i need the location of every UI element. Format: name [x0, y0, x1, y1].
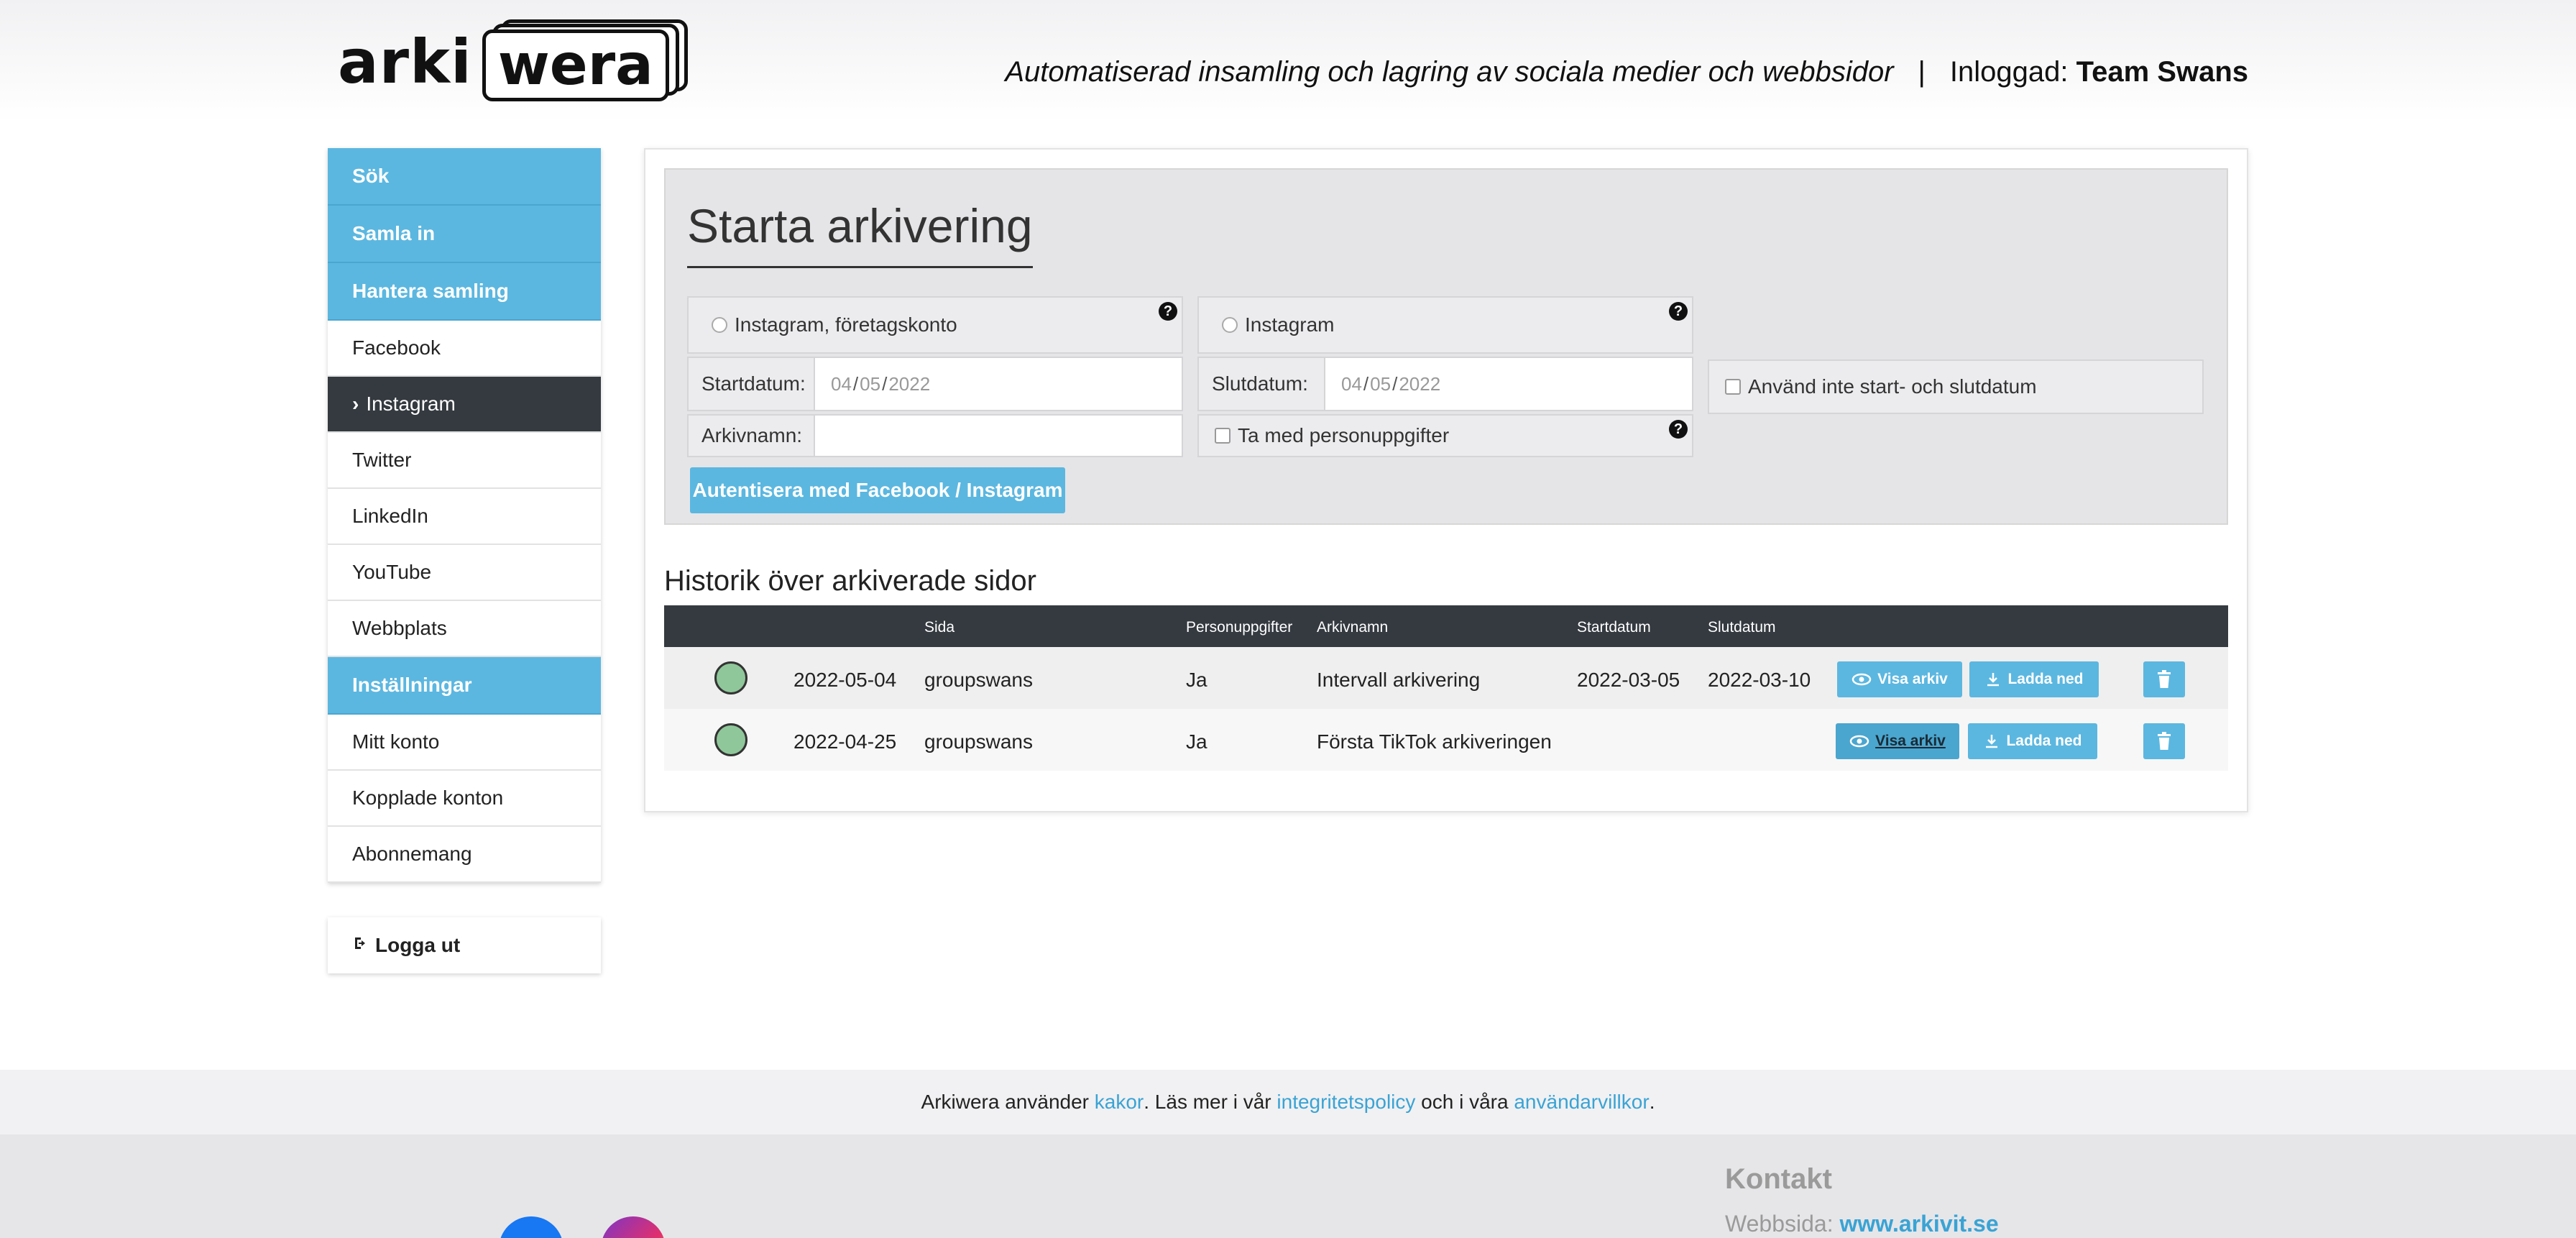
personal-data-group[interactable]: Ta med personuppgifter ? [1197, 414, 1693, 457]
eye-icon [1852, 673, 1872, 686]
sidebar-item-twitter[interactable]: Twitter [328, 433, 601, 489]
start-date-group: Startdatum: 04/05/2022 [687, 357, 1183, 411]
sidebar-item-hantera-samling[interactable]: Hantera samling [328, 263, 601, 321]
main-panel: Starta arkivering Instagram, företagskon… [644, 148, 2248, 812]
logged-in-user: Team Swans [2076, 56, 2248, 88]
sidebar-item-youtube[interactable]: YouTube [328, 545, 601, 601]
personal-data-checkbox[interactable] [1215, 428, 1230, 444]
authenticate-button[interactable]: Autentisera med Facebook / Instagram [690, 467, 1065, 513]
no-dates-checkbox-group[interactable]: Använd inte start- och slutdatum [1708, 359, 2204, 414]
sidebar: Sök Samla in Hantera samling Facebook › I… [328, 148, 601, 883]
help-icon[interactable]: ? [1159, 302, 1177, 321]
privacy-policy-link[interactable]: integritetspolicy [1276, 1091, 1415, 1114]
sidebar-item-kopplade-konton[interactable]: Kopplade konton [328, 771, 601, 827]
logged-in-label: Inloggad: [1949, 56, 2069, 88]
sidebar-item-mitt-konto[interactable]: Mitt konto [328, 715, 601, 771]
tagline-text: Automatiserad insamling och lagring av s… [1005, 56, 1894, 88]
header: arki wera Automatiserad insamling och la… [0, 0, 2576, 122]
sidebar-item-sok[interactable]: Sök [328, 148, 601, 206]
archive-name-group: Arkivnamn: [687, 414, 1183, 457]
sidebar-item-linkedin[interactable]: LinkedIn [328, 489, 601, 545]
chevron-right-icon: › [352, 393, 359, 415]
radio-instagram-business[interactable]: Instagram, företagskonto ? [687, 296, 1183, 354]
logo-text-left: arki [338, 27, 472, 97]
delete-button[interactable] [2143, 661, 2185, 697]
website-link[interactable]: www.arkivit.se [1840, 1211, 1999, 1237]
end-date-input[interactable]: 04/05/2022 [1325, 358, 1692, 410]
page-title: Starta arkivering [687, 198, 1033, 268]
radio-circle[interactable] [712, 317, 727, 333]
sidebar-item-samla-in[interactable]: Samla in [328, 206, 601, 263]
terms-link[interactable]: användarvillkor [1514, 1091, 1649, 1114]
sidebar-item-facebook[interactable]: Facebook [328, 321, 601, 377]
view-archive-button[interactable]: Visa arkiv [1836, 723, 1959, 759]
radio-circle[interactable] [1222, 317, 1238, 333]
download-button[interactable]: Ladda ned [1968, 723, 2097, 759]
start-archive-form: Starta arkivering Instagram, företagskon… [664, 168, 2228, 525]
start-date-input[interactable]: 04/05/2022 [815, 358, 1182, 410]
help-icon[interactable]: ? [1669, 302, 1688, 321]
contact-title: Kontakt [1725, 1163, 1832, 1195]
sidebar-item-installningar[interactable]: Inställningar [328, 657, 601, 715]
logo-cards: wera [482, 19, 691, 104]
instagram-icon[interactable] [601, 1216, 666, 1238]
no-dates-checkbox[interactable] [1725, 379, 1741, 395]
status-indicator [714, 661, 748, 694]
logo-text-right: wera [497, 33, 653, 98]
start-date-label: Startdatum: [689, 358, 815, 410]
help-icon[interactable]: ? [1669, 420, 1688, 439]
sign-out-icon [352, 934, 369, 957]
view-archive-button[interactable]: Visa arkiv [1837, 661, 1962, 697]
archive-name-label: Arkivnamn: [689, 416, 815, 456]
cookie-notice: Arkiwera använder kakor. Läs mer i vår i… [0, 1070, 2576, 1134]
end-date-group: Slutdatum: 04/05/2022 [1197, 357, 1693, 411]
table-row: 2022-05-04 groupswans Ja Intervall arkiv… [664, 647, 2228, 709]
facebook-icon[interactable] [499, 1216, 564, 1238]
table-header: Sida Personuppgifter Arkivnamn Startdatu… [664, 605, 2228, 647]
download-icon [1987, 673, 2000, 687]
table-row: 2022-04-25 groupswans Ja Första TikTok a… [664, 709, 2228, 771]
footer: Kontakt Webbsida: www.arkivit.se [0, 1134, 2576, 1238]
history-title: Historik över arkiverade sidor [664, 565, 1036, 597]
download-button[interactable]: Ladda ned [1969, 661, 2099, 697]
logout-button[interactable]: Logga ut [328, 917, 601, 973]
radio-instagram[interactable]: Instagram ? [1197, 296, 1693, 354]
trash-icon [2158, 670, 2171, 688]
delete-button[interactable] [2143, 723, 2185, 759]
cookies-link[interactable]: kakor [1095, 1091, 1144, 1114]
status-indicator [714, 723, 748, 756]
download-icon [1986, 735, 1998, 748]
sidebar-item-abonnemang[interactable]: Abonnemang [328, 827, 601, 883]
history-table: Sida Personuppgifter Arkivnamn Startdatu… [664, 605, 2228, 771]
end-date-label: Slutdatum: [1199, 358, 1325, 410]
arkiwera-logo[interactable]: arki wera [338, 19, 691, 105]
sidebar-item-instagram[interactable]: › Instagram [328, 377, 601, 433]
website-line: Webbsida: www.arkivit.se [1725, 1211, 1999, 1237]
archive-name-input[interactable] [815, 416, 1182, 456]
header-tagline: Automatiserad insamling och lagring av s… [1005, 56, 2248, 88]
trash-icon [2158, 732, 2171, 750]
sidebar-item-webbplats[interactable]: Webbplats [328, 601, 601, 657]
eye-icon [1849, 735, 1869, 748]
